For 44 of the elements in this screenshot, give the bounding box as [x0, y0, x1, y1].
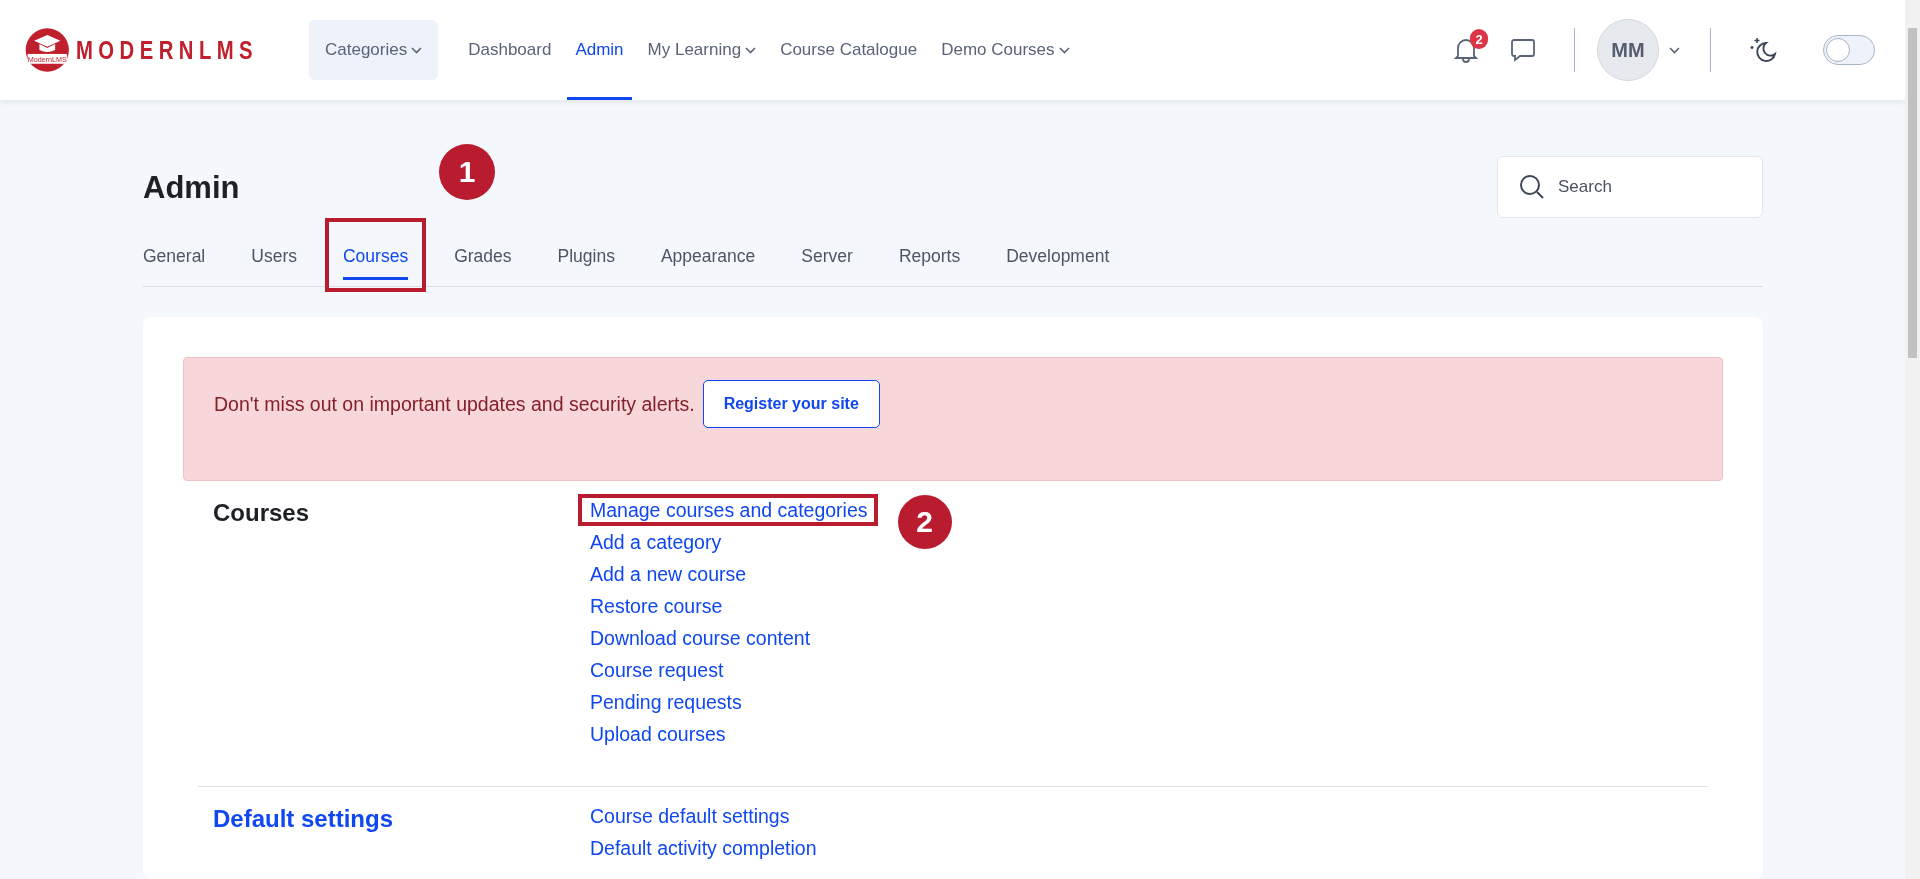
- settings-link[interactable]: Pending requests: [590, 691, 742, 714]
- scrollbar[interactable]: [1905, 0, 1920, 879]
- settings-tab[interactable]: Users: [228, 226, 320, 286]
- settings-link[interactable]: Add a category: [590, 531, 722, 554]
- nav-link[interactable]: Categories: [309, 20, 439, 80]
- settings-link[interactable]: Download course content: [590, 627, 811, 650]
- settings-tab[interactable]: Development: [983, 226, 1133, 286]
- section-heading: Courses: [213, 499, 311, 527]
- chevron-down-icon: [1669, 46, 1680, 54]
- section-heading-link[interactable]: Default settings: [213, 805, 394, 832]
- moon-stars-icon: [1749, 36, 1777, 64]
- chat-bubble-icon: [1510, 38, 1536, 62]
- settings-tab[interactable]: General: [143, 226, 229, 286]
- bell-icon: [1454, 37, 1478, 63]
- settings-tab[interactable]: Appearance: [637, 226, 779, 286]
- settings-tab[interactable]: Grades: [431, 226, 535, 286]
- nav-link[interactable]: Course Catalogue: [772, 0, 926, 100]
- settings-link[interactable]: Course request: [590, 659, 724, 682]
- user-menu-caret[interactable]: [1669, 46, 1680, 54]
- settings-tab[interactable]: Server: [778, 226, 876, 286]
- settings-link[interactable]: Upload courses: [590, 723, 726, 746]
- settings-link[interactable]: Add a new course: [590, 563, 747, 586]
- step-number-marker: 2: [897, 495, 952, 549]
- settings-tab[interactable]: Courses: [319, 226, 432, 286]
- register-site-button[interactable]: Register your site: [702, 380, 880, 428]
- page-title: Admin: [143, 170, 240, 206]
- settings-link[interactable]: Manage courses and categories: [590, 499, 868, 522]
- nav-link[interactable]: Dashboard: [460, 0, 560, 100]
- alert-message: Don't miss out on important updates and security alerts.: [214, 392, 695, 416]
- step-number-marker: 1: [439, 144, 496, 200]
- logo-wordmark: MODERNLMS: [75, 34, 258, 66]
- settings-link[interactable]: Course default settings: [590, 805, 790, 828]
- dark-mode-toggle[interactable]: [1823, 35, 1875, 65]
- user-avatar[interactable]: MM: [1597, 19, 1659, 81]
- search-icon: [1519, 174, 1545, 200]
- nav-link[interactable]: My Learning: [639, 0, 765, 100]
- settings-link[interactable]: Restore course: [590, 595, 723, 618]
- settings-tab[interactable]: Plugins: [534, 226, 638, 286]
- settings-link[interactable]: Default activity completion: [590, 837, 817, 860]
- settings-tab[interactable]: Reports: [875, 226, 984, 286]
- search-field[interactable]: Search: [1497, 156, 1763, 218]
- nav-link[interactable]: Demo Courses: [933, 0, 1078, 100]
- notification-count-badge: 2: [1470, 29, 1488, 49]
- nav-link[interactable]: Admin: [567, 0, 632, 100]
